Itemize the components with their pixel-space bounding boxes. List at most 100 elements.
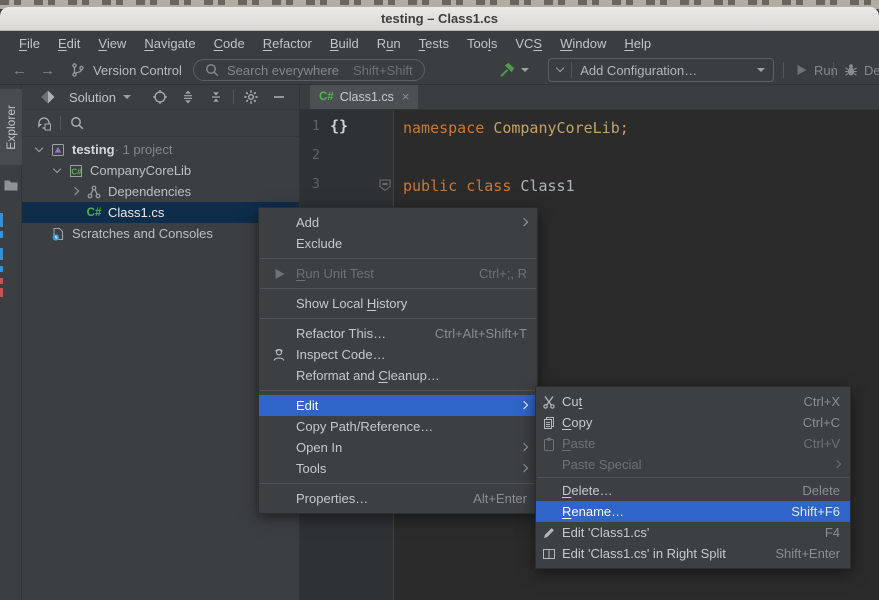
menu-vcs[interactable]: VCS <box>506 33 551 54</box>
run-configuration-select[interactable]: Add Configuration… <box>548 58 774 82</box>
menu-edit[interactable]: Edit <box>49 33 89 54</box>
window-titlebar[interactable]: testing – Class1.cs <box>0 7 879 31</box>
collapse-all-icon[interactable] <box>208 89 224 105</box>
menu-help[interactable]: Help <box>615 33 660 54</box>
menu-tests[interactable]: Tests <box>410 33 458 54</box>
build-dropdown-caret[interactable] <box>521 68 529 72</box>
paste-icon <box>536 436 562 452</box>
menu-build[interactable]: Build <box>321 33 368 54</box>
menu-file[interactable]: File <box>10 33 49 54</box>
menu-item-shortcut: Ctrl+C <box>803 415 840 430</box>
fold-marker-icon[interactable] <box>379 179 391 192</box>
menu-item-label: Copy Path/Reference… <box>296 419 527 434</box>
locate-file-icon[interactable] <box>36 115 52 131</box>
menu-item-edit-class1-cs-in-right-split[interactable]: Edit 'Class1.cs' in Right SplitShift+Ent… <box>536 543 850 564</box>
tab-close-icon[interactable]: × <box>402 89 410 104</box>
line-number: 1 <box>300 118 320 134</box>
menu-view[interactable]: View <box>89 33 135 54</box>
file-context-menu: AddExcludeRun Unit TestCtrl+;, RShow Loc… <box>258 207 538 514</box>
back-button[interactable]: ← <box>12 55 27 85</box>
explorer-tab-label: Explorer <box>4 105 18 150</box>
run-button[interactable]: Run <box>793 55 838 85</box>
menu-item-show-local-history[interactable]: Show Local History <box>259 293 537 314</box>
solution-view-selector[interactable]: Solution <box>69 90 116 105</box>
menu-item-label: Cut <box>562 394 780 409</box>
menu-item-add[interactable]: Add <box>259 212 537 233</box>
locate-target-icon[interactable] <box>152 89 168 105</box>
menu-item-shortcut: Shift+Enter <box>775 546 840 561</box>
build-button[interactable] <box>499 55 529 85</box>
menu-item-label: Reformat and Cleanup… <box>296 368 527 383</box>
debug-button-label: Debug <box>864 63 879 78</box>
explorer-stripe-tab[interactable]: Explorer <box>0 89 22 165</box>
expand-all-icon[interactable] <box>180 89 196 105</box>
menu-item-copy[interactable]: Copy Ctrl+C <box>536 412 850 433</box>
menu-item-reformat-and-cleanup[interactable]: Reformat and Cleanup… <box>259 365 537 386</box>
search-everywhere-box[interactable]: Search everywhere Shift+Shift <box>193 59 425 81</box>
chevron-down-icon[interactable] <box>48 169 66 172</box>
menu-item-edit[interactable]: Edit <box>259 395 537 416</box>
tree-item-companycorelib[interactable]: C#CompanyCoreLib <box>22 160 299 181</box>
gear-icon[interactable] <box>243 89 259 105</box>
code-token: Class1 <box>520 177 574 195</box>
chevron-right-icon[interactable] <box>66 188 84 194</box>
search-placeholder: Search everywhere <box>227 63 339 78</box>
menu-item-label: Copy <box>562 415 779 430</box>
tree-search-icon[interactable] <box>69 115 85 131</box>
menu-tools[interactable]: Tools <box>458 33 506 54</box>
menu-item-shortcut: Ctrl+Alt+Shift+T <box>435 326 527 341</box>
dependencies-icon <box>84 184 104 200</box>
menu-item-exclude[interactable]: Exclude <box>259 233 537 254</box>
chevron-down-icon[interactable] <box>30 148 48 151</box>
menu-item-tools[interactable]: Tools <box>259 458 537 479</box>
menu-window[interactable]: Window <box>551 33 615 54</box>
window-title: testing – Class1.cs <box>381 11 498 26</box>
menu-item-rename[interactable]: Rename…Shift+F6 <box>536 501 850 522</box>
gutter-line-2: 2 <box>300 142 393 171</box>
menu-item-inspect-code[interactable]: Inspect Code… <box>259 344 537 365</box>
menu-item-shortcut: Ctrl+V <box>804 436 840 451</box>
hide-panel-icon[interactable] <box>271 89 287 105</box>
menu-item-properties[interactable]: Properties…Alt+Enter <box>259 488 537 509</box>
menu-navigate[interactable]: Navigate <box>135 33 204 54</box>
version-control-label: Version Control <box>93 63 182 78</box>
menu-separator <box>537 477 849 478</box>
git-branch-icon <box>70 62 86 78</box>
debug-button[interactable]: Debug <box>843 55 879 85</box>
tree-item-dependencies[interactable]: Dependencies <box>22 181 299 202</box>
submenu-arrow-icon <box>520 443 529 452</box>
menu-item-refactor-this[interactable]: Refactor This…Ctrl+Alt+Shift+T <box>259 323 537 344</box>
stripe-marker <box>0 248 3 260</box>
solution-view-caret[interactable] <box>123 95 131 99</box>
menu-code[interactable]: Code <box>205 33 254 54</box>
menu-item-label: Rename… <box>562 504 767 519</box>
tree-item-label: Scratches and Consoles <box>72 226 213 241</box>
tab-class1-cs[interactable]: C# Class1.cs × <box>310 85 418 109</box>
csharp-file-icon: C# <box>319 91 334 103</box>
braces-gutter-icon[interactable]: {} <box>330 117 348 135</box>
chevron-down-icon <box>556 64 565 73</box>
menu-item-label: Show Local History <box>296 296 527 311</box>
run-play-icon <box>793 62 809 78</box>
version-control-widget[interactable]: Version Control <box>70 55 182 85</box>
stripe-marker <box>0 278 3 284</box>
line-number: 3 <box>300 176 320 192</box>
solution-panel-header: Solution <box>22 85 299 110</box>
forward-button[interactable]: → <box>40 55 55 85</box>
menu-item-cut[interactable]: CutCtrl+X <box>536 391 850 412</box>
code-line-2 <box>394 142 879 171</box>
folder-icon[interactable] <box>3 177 19 193</box>
menu-item-open-in[interactable]: Open In <box>259 437 537 458</box>
menu-item-label: Delete… <box>562 483 778 498</box>
cut-icon <box>536 394 562 410</box>
menu-item-copy-path-reference[interactable]: Copy Path/Reference… <box>259 416 537 437</box>
tree-item-label: Dependencies <box>108 184 191 199</box>
menu-item-delete[interactable]: Delete…Delete <box>536 480 850 501</box>
menu-item-edit-class1-cs[interactable]: Edit 'Class1.cs'F4 <box>536 522 850 543</box>
run-configuration-value: Add Configuration… <box>580 63 749 78</box>
divider <box>60 116 61 130</box>
menu-item-label: Inspect Code… <box>296 347 527 362</box>
menu-run[interactable]: Run <box>368 33 410 54</box>
tree-item-testing[interactable]: testing · 1 project <box>22 139 299 160</box>
menu-refactor[interactable]: Refactor <box>254 33 321 54</box>
